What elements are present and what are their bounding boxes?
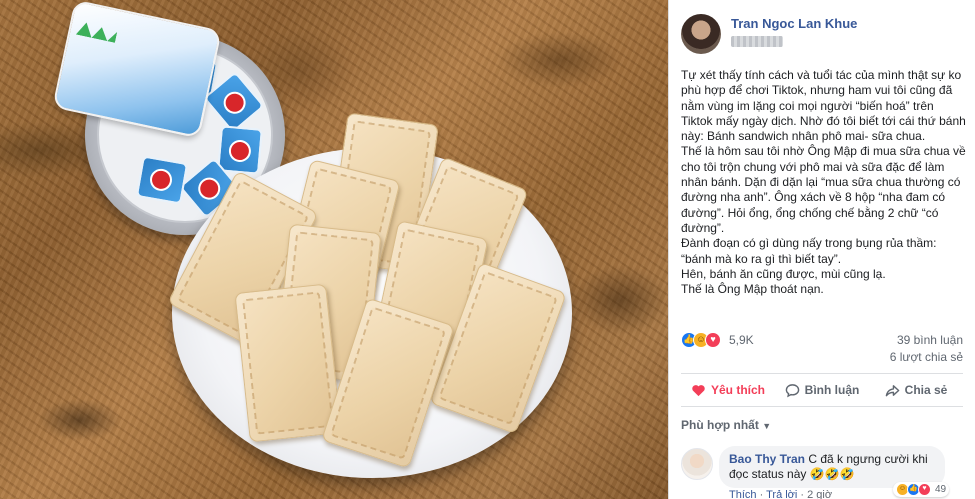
comment-reactions[interactable]: ☺ 👍 ♥ 49	[893, 482, 950, 497]
reaction-count[interactable]: 5,9K	[729, 333, 754, 347]
comment-icon	[785, 383, 799, 397]
comment-meta: Thích · Trả lời · 2 giờ	[729, 489, 833, 499]
pastry	[234, 283, 342, 443]
share-button[interactable]: Chia sẻ	[869, 374, 963, 406]
comment-reply-link[interactable]: Trả lời	[766, 489, 797, 499]
comment-button-label: Bình luận	[804, 383, 860, 397]
avatar[interactable]	[681, 14, 721, 54]
plate-image	[167, 112, 572, 478]
author-name[interactable]: Tran Ngoc Lan Khue	[731, 16, 857, 31]
post-body: Tự xét thấy tính cách và tuổi tác của mì…	[681, 68, 966, 297]
comment: Bao Thy Tran C đã k ngưng cười khi đọc s…	[681, 444, 967, 499]
love-button[interactable]: Yêu thích	[681, 374, 775, 406]
comment-like-link[interactable]: Thích	[729, 489, 757, 499]
love-button-label: Yêu thích	[710, 383, 765, 397]
commenter-avatar[interactable]	[681, 448, 713, 480]
comment-reaction-count: 49	[935, 484, 947, 495]
action-bar: Yêu thích Bình luận Chia sẻ	[681, 373, 963, 407]
comment-button[interactable]: Bình luận	[775, 374, 869, 406]
love-reaction-icon: ♥	[705, 332, 721, 348]
share-icon	[885, 384, 899, 396]
yogurt-cup-image	[52, 0, 222, 139]
caret-down-icon: ▼	[762, 421, 772, 431]
heart-icon	[692, 384, 705, 396]
post-stats: 👍 ☺ ♥ 5,9K 39 bình luận 6 lượt chia sẻ	[681, 330, 963, 370]
cheese-wedge	[217, 125, 263, 175]
comment-filter-label: Phù hợp nhất	[681, 418, 759, 432]
share-button-label: Chia sẻ	[904, 383, 948, 397]
cheese-wedge	[135, 155, 189, 205]
love-reaction-icon: ♥	[918, 483, 931, 496]
post-timestamp-blurred	[731, 36, 783, 47]
post-photo[interactable]	[0, 0, 668, 499]
comment-time[interactable]: 2 giờ	[807, 489, 832, 499]
comment-filter-dropdown[interactable]: Phù hợp nhất ▼	[681, 418, 771, 432]
share-count[interactable]: 6 lượt chia sẻ	[890, 350, 963, 364]
commenter-name[interactable]: Bao Thy Tran	[729, 452, 805, 466]
post-panel: Tran Ngoc Lan Khue Tự xét thấy tính cách…	[668, 0, 975, 499]
post-header: Tran Ngoc Lan Khue	[681, 12, 963, 56]
reaction-icons[interactable]: 👍 ☺ ♥	[681, 332, 721, 348]
comment-count[interactable]: 39 bình luận	[897, 333, 963, 347]
